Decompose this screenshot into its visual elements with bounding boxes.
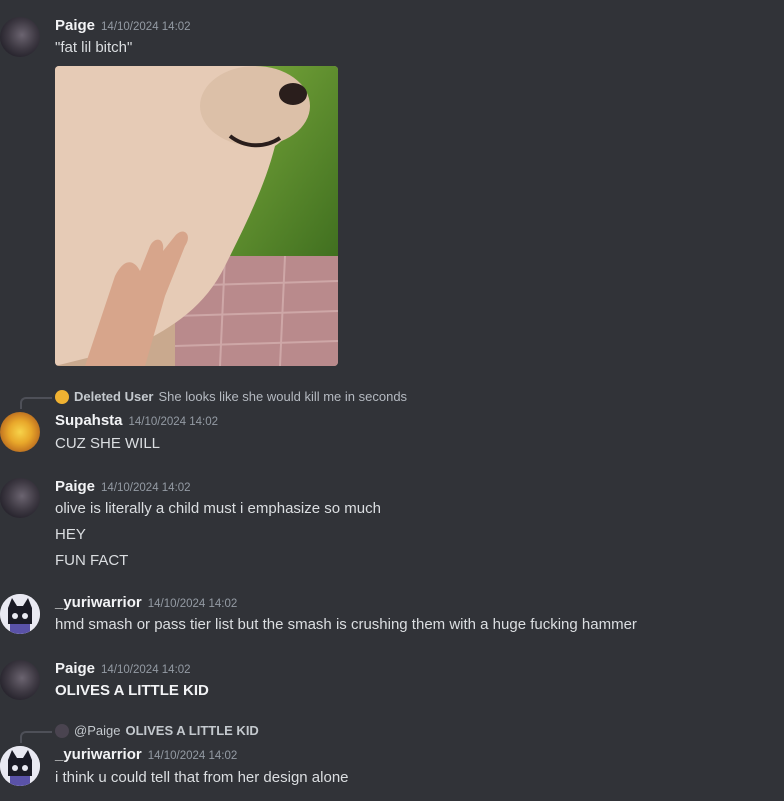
author-name[interactable]: Paige — [55, 17, 95, 34]
author-name[interactable]: Paige — [55, 478, 95, 495]
author-name[interactable]: _yuriwarrior — [55, 746, 142, 763]
message-text: CUZ SHE WILL — [55, 435, 161, 452]
message-text: OLIVES A LITTLE KID — [55, 682, 209, 699]
reply-preview[interactable]: Deleted User She looks like she would ki… — [55, 389, 407, 404]
message-text: hmd smash or pass tier list but the smas… — [55, 616, 637, 633]
author-name[interactable]: Supahsta — [55, 412, 123, 429]
timestamp: 14/10/2024 14:02 — [147, 598, 238, 610]
author-name[interactable]: Paige — [55, 660, 95, 677]
message-header: Supahsta 14/10/2024 14:02 — [55, 412, 218, 430]
discord-icon — [55, 389, 69, 404]
timestamp: 14/10/2024 14:02 — [147, 750, 238, 762]
message-header: _yuriwarrior 14/10/2024 14:02 — [55, 746, 237, 764]
message-text: olive is literally a child must i emphas… — [55, 500, 381, 517]
gif-attachment[interactable] — [55, 66, 338, 366]
cat-avatar-icon — [0, 594, 40, 634]
reply-spine — [20, 731, 52, 743]
timestamp: 14/10/2024 14:02 — [101, 482, 191, 494]
paige-mini-avatar-icon — [55, 723, 69, 738]
reply-spine — [20, 397, 52, 409]
avatar-paige[interactable] — [0, 660, 40, 700]
reply-text[interactable]: She looks like she would kill me in seco… — [158, 389, 407, 404]
avatar-yuriwarrior[interactable] — [0, 594, 40, 634]
author-name[interactable]: _yuriwarrior — [55, 594, 142, 611]
avatar-paige[interactable] — [0, 17, 40, 57]
message-header: _yuriwarrior 14/10/2024 14:02 — [55, 594, 237, 612]
reply-preview[interactable]: @Paige OLIVES A LITTLE KID — [55, 723, 259, 738]
timestamp: 14/10/2024 14:02 — [101, 664, 191, 676]
reply-author[interactable]: Deleted User — [74, 389, 153, 404]
dog-gif-image — [55, 66, 338, 366]
avatar-supahsta[interactable] — [0, 412, 40, 452]
avatar-paige[interactable] — [0, 478, 40, 518]
message-header: Paige 14/10/2024 14:02 — [55, 478, 191, 496]
reply-text[interactable]: OLIVES A LITTLE KID — [125, 723, 258, 738]
timestamp: 14/10/2024 14:02 — [128, 416, 219, 428]
message-text: HEY — [55, 526, 86, 543]
cat-avatar-icon — [0, 746, 40, 786]
timestamp: 14/10/2024 14:02 — [101, 21, 191, 33]
avatar-yuriwarrior[interactable] — [0, 746, 40, 786]
message-text: "fat lil bitch" — [55, 39, 133, 56]
message-header: Paige 14/10/2024 14:02 — [55, 17, 191, 35]
message-text: i think u could tell that from her desig… — [55, 769, 349, 786]
reply-author[interactable]: @Paige — [74, 723, 120, 738]
message-text: FUN FACT — [55, 552, 129, 569]
message-header: Paige 14/10/2024 14:02 — [55, 660, 191, 678]
